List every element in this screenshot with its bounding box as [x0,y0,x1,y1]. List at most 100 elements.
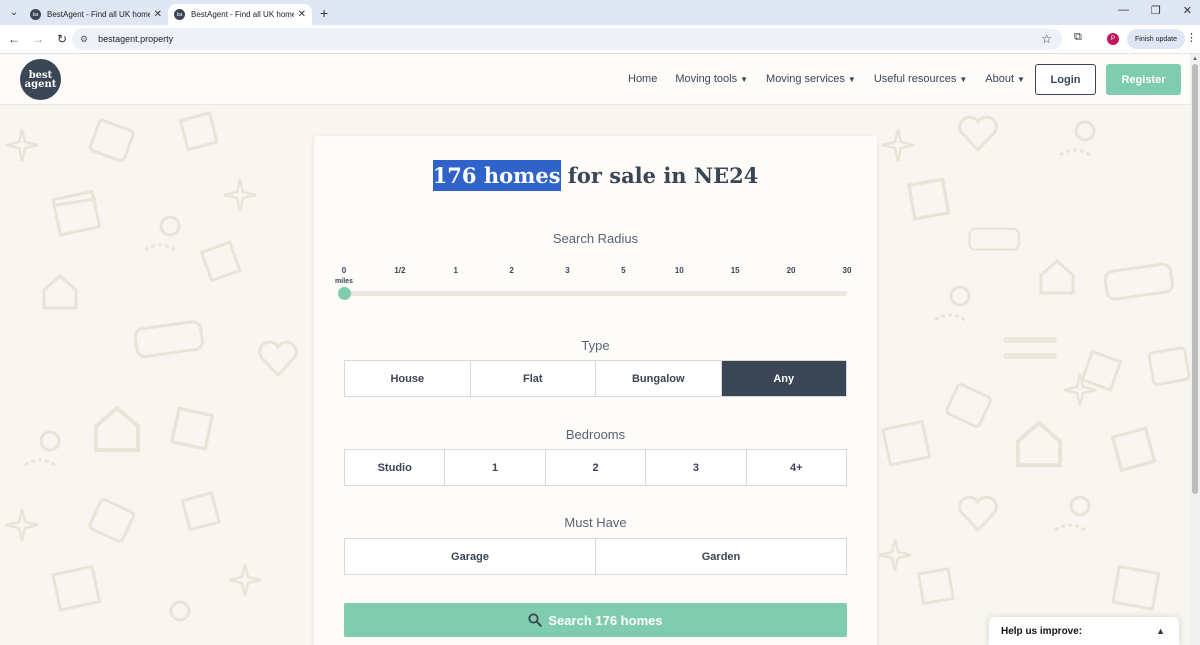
login-button[interactable]: Login [1035,64,1096,95]
must-have-garage[interactable]: Garage [345,539,596,574]
type-selector: House Flat Bungalow Any [344,360,847,397]
door-icon [1110,426,1157,473]
location-pin-icon [1059,120,1096,157]
must-have-garden[interactable]: Garden [596,539,846,574]
close-icon[interactable]: ✕ [298,9,306,20]
headline-rest: for sale in NE24 [560,163,759,188]
close-icon[interactable]: ✕ [154,9,162,20]
radius-slider-track[interactable] [344,291,847,296]
site-info-icon[interactable]: ⚙ [80,34,88,45]
radius-tick[interactable]: 15 [731,266,740,275]
finish-update-button[interactable]: Finish update [1127,29,1185,49]
back-icon[interactable]: ← [2,32,26,46]
forward-icon[interactable]: → [26,32,50,46]
radius-tick[interactable]: 0 [342,266,346,275]
radius-tick[interactable]: 3 [565,266,569,275]
chevron-down-icon: ▼ [847,74,856,84]
sparkle-icon [5,508,39,542]
scrollbar-thumb[interactable] [1192,64,1198,494]
nav-about[interactable]: About ▼ [985,73,1025,85]
radius-ticks: 0 1/2 1 2 3 5 10 15 20 30 [342,266,852,290]
restore-icon[interactable]: ❐ [1151,4,1161,17]
scroll-up-icon[interactable]: ▲ [1192,56,1198,62]
box-icon [881,419,932,467]
radius-slider-handle[interactable] [338,287,351,300]
calendar-icon [1147,346,1190,386]
help-us-improve-widget[interactable]: Help us improve: ▲ [989,617,1179,645]
reload-icon[interactable]: ↻ [50,32,74,46]
location-pin-icon [24,430,61,467]
door-icon [180,491,221,532]
bedrooms-option-2[interactable]: 2 [546,450,647,485]
address-bar[interactable]: ⚙ bestagent.property ☆ [72,28,1062,50]
bedrooms-option-3[interactable]: 3 [646,450,747,485]
browser-tab-active[interactable]: ba BestAgent - Find all UK homes ✕ [168,4,312,25]
door-icon [178,111,219,152]
window-controls: — ❐ ✕ [1118,4,1192,17]
must-have-selector: Garage Garden [344,538,847,575]
browser-tab[interactable]: ba BestAgent - Find all UK homes ✕ [24,4,168,25]
radius-tick[interactable]: 1/2 [394,266,405,275]
box-icon [51,564,102,612]
location-pin-icon [1054,495,1091,532]
sofa-icon [133,320,204,359]
box-icon [51,189,102,237]
best-agent-watermark [1003,337,1057,359]
tab-search-icon[interactable]: ⌄ [4,3,24,23]
page-scrollbar[interactable]: ▲ [1190,54,1200,645]
type-option-flat[interactable]: Flat [471,361,596,396]
type-option-bungalow[interactable]: Bungalow [596,361,722,396]
search-button-label: Search 176 homes [548,612,663,628]
main-nav: Home Moving tools ▼ Moving services ▼ Usef… [628,73,1025,85]
nav-home[interactable]: Home [628,73,657,85]
door-icon [169,406,215,451]
browser-tab-bar: ⌄ ba BestAgent - Find all UK homes ✕ ba … [0,0,1200,25]
box-icon [1111,564,1161,611]
nav-useful-resources[interactable]: Useful resources ▼ [874,73,967,85]
close-window-icon[interactable]: ✕ [1183,4,1192,17]
new-tab-icon[interactable]: + [320,5,328,21]
radius-tick[interactable]: 20 [787,266,796,275]
bedrooms-option-1[interactable]: 1 [445,450,546,485]
house-icon [42,274,78,310]
radius-tick[interactable]: 2 [509,266,513,275]
calendar-icon [945,383,992,428]
register-button[interactable]: Register [1106,64,1181,95]
type-option-any[interactable]: Any [721,361,846,396]
headline-highlight: 176 homes [432,160,561,191]
url-text: bestagent.property [98,34,174,44]
favicon-icon: ba [174,9,185,20]
house-icon [1015,420,1063,468]
door-icon [200,240,242,283]
radius-tick[interactable]: 5 [621,266,625,275]
bedrooms-selector: Studio 1 2 3 4+ [344,449,847,486]
bedrooms-option-studio[interactable]: Studio [345,450,446,485]
profile-avatar[interactable]: P [1107,33,1119,45]
radius-tick[interactable]: 30 [843,266,852,275]
browser-menu-icon[interactable]: ⋮ [1186,31,1197,44]
calendar-icon [88,119,135,163]
radius-unit: miles [335,278,353,285]
extensions-icon[interactable]: ⧉ [1074,31,1082,44]
chevron-down-icon: ▼ [959,74,968,84]
calendar-icon [88,498,135,543]
search-homes-button[interactable]: Search 176 homes [344,603,847,637]
heart-icon [958,115,998,153]
caret-up-icon[interactable]: ▲ [1156,626,1165,636]
bookmark-star-icon[interactable]: ☆ [1041,32,1052,46]
best-agent-logo[interactable]: best agent [20,59,61,100]
nav-moving-services[interactable]: Moving services ▼ [766,73,856,85]
sparkle-icon [5,128,39,162]
sparkle-icon [1063,373,1097,407]
radius-tick[interactable]: 10 [675,266,684,275]
radius-tick[interactable]: 1 [454,266,458,275]
type-option-house[interactable]: House [345,361,471,396]
location-pin-icon [169,600,191,622]
sparkle-icon [881,128,915,162]
favicon-icon: ba [30,9,41,20]
site-header: best agent Home Moving tools ▼ Moving ser… [0,54,1190,105]
bedrooms-option-4-plus[interactable]: 4+ [747,450,846,485]
sofa-icon [968,227,1021,251]
minimize-icon[interactable]: — [1118,4,1129,17]
nav-moving-tools[interactable]: Moving tools ▼ [675,73,748,85]
